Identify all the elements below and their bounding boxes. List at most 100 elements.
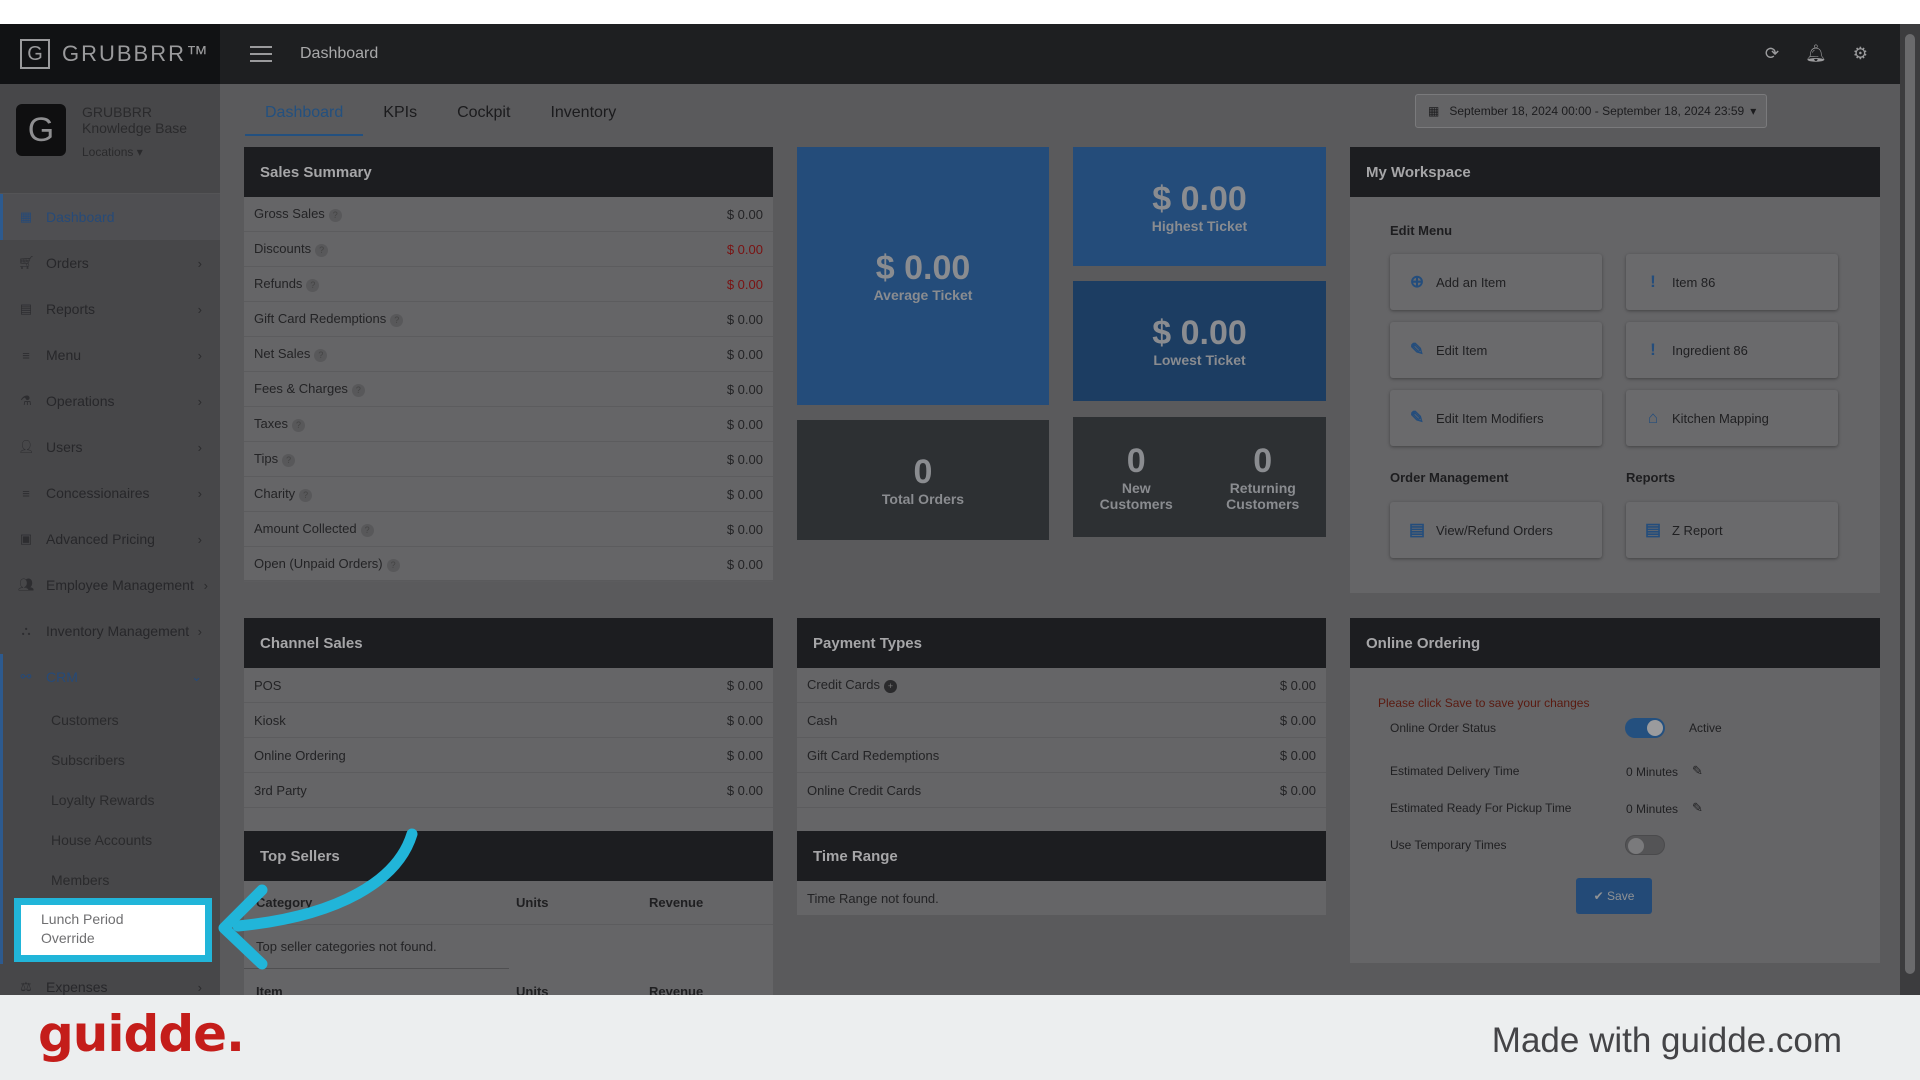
profile-block: G GRUBBRR Knowledge Base Locations ▾ <box>0 84 220 194</box>
scrollbar[interactable] <box>1900 24 1920 995</box>
sidebar-subitem-house-accounts[interactable]: House Accounts <box>0 820 220 860</box>
add-item-button[interactable]: ⊕ Add an Item <box>1390 254 1602 310</box>
help-icon[interactable]: ? <box>314 348 328 362</box>
row-label: Discounts <box>254 241 312 257</box>
bell-icon[interactable]: 🔔︎ <box>1805 44 1827 64</box>
item-86-button[interactable]: ! Item 86 <box>1626 254 1838 310</box>
row-value: $ 0.00 <box>726 241 763 257</box>
help-icon[interactable]: ? <box>291 418 305 432</box>
top-sellers-panel: Top Sellers Category Units Revenue Top s… <box>244 831 773 995</box>
online-order-status-label: Online Order Status <box>1390 721 1497 735</box>
date-range-text: September 18, 2024 00:00 - September 18,… <box>1449 104 1745 118</box>
document-icon: ▤ <box>1408 520 1426 539</box>
help-icon[interactable]: ? <box>299 488 313 502</box>
footer-bar: guidde. Made with guidde.com <box>0 995 1920 1080</box>
locations-dropdown[interactable]: Locations ▾ <box>82 144 187 160</box>
tab-cockpit[interactable]: Cockpit <box>437 100 530 136</box>
summary-row: Tips? $ 0.00 <box>244 442 773 477</box>
sidebar-item-label: Users <box>46 439 83 455</box>
kitchen-mapping-button[interactable]: ⌂ Kitchen Mapping <box>1626 390 1838 446</box>
guidde-logo: guidde. <box>38 1005 245 1063</box>
sidebar-subitem-members[interactable]: Members <box>0 860 220 900</box>
brand-logo[interactable]: G GRUBBRR™ <box>0 24 220 84</box>
sidebar-item-reports[interactable]: ▤ Reports › <box>0 286 220 332</box>
avatar[interactable]: G <box>16 104 66 156</box>
sidebar-item-dashboard[interactable]: ▦ Dashboard <box>0 194 220 240</box>
row-value: $ 0.00 <box>726 712 763 728</box>
help-icon[interactable]: ? <box>306 278 320 292</box>
panel-title: Top Sellers <box>244 831 773 881</box>
sidebar-item-label: Inventory Management <box>46 623 190 639</box>
sidebar-item-orders[interactable]: 🛒︎ Orders › <box>0 240 220 286</box>
gear-icon[interactable]: ⚙ <box>1853 44 1868 64</box>
summary-row: Open (Unpaid Orders)? $ 0.00 <box>244 547 773 582</box>
help-icon[interactable]: ? <box>386 558 400 572</box>
row-label: POS <box>254 677 282 693</box>
refresh-icon[interactable]: ⟳ <box>1765 44 1779 64</box>
use-temporary-times-toggle[interactable] <box>1625 835 1665 855</box>
document-icon: ▤ <box>1644 520 1662 539</box>
tab-kpis[interactable]: KPIs <box>363 100 437 136</box>
lowest-ticket-tile: $ 0.00 Lowest Ticket <box>1073 281 1326 401</box>
panel-title: Time Range <box>797 831 1326 881</box>
highest-ticket-value: $ 0.00 <box>1152 179 1247 218</box>
row-label: Gift Card Redemptions <box>254 311 387 327</box>
sidebar-item-users[interactable]: 👤︎ Users › <box>0 424 220 470</box>
crm-icon: ⚯ <box>20 669 32 684</box>
sidebar-item-inventory-management[interactable]: ⛬ Inventory Management › <box>0 608 220 654</box>
exclamation-icon: ! <box>1650 340 1656 359</box>
average-ticket-tile: $ 0.00 Average Ticket <box>797 147 1049 405</box>
scrollbar-thumb[interactable] <box>1905 34 1915 974</box>
chevron-down-icon: ⌄ <box>191 669 202 684</box>
sidebar-subitem-loyalty-rewards[interactable]: Loyalty Rewards <box>0 780 220 820</box>
help-icon[interactable]: ? <box>328 208 342 222</box>
z-report-button[interactable]: ▤ Z Report <box>1626 502 1838 558</box>
help-icon[interactable]: ? <box>390 313 404 327</box>
button-label: Add an Item <box>1436 274 1507 290</box>
page-title: Dashboard <box>300 45 379 62</box>
sidebar-subitem-subscribers[interactable]: Subscribers <box>0 740 220 780</box>
dashboard-icon: ▦ <box>19 209 33 224</box>
menu-toggle-icon[interactable] <box>250 46 272 62</box>
sidebar-item-advanced-pricing[interactable]: ▣ Advanced Pricing › <box>0 516 220 562</box>
sidebar-item-label: Employee Management <box>46 577 194 593</box>
pencil-icon[interactable]: ✎ <box>1692 800 1703 816</box>
ingredient-86-button[interactable]: ! Ingredient 86 <box>1626 322 1838 378</box>
sidebar-item-concessionaires[interactable]: ≡ Concessionaires › <box>0 470 220 516</box>
returning-customers-stat: 0 Returning Customers <box>1226 442 1299 512</box>
plus-circle-icon[interactable]: + <box>883 679 897 693</box>
help-icon[interactable]: ? <box>282 453 296 467</box>
total-orders-value: 0 <box>913 453 933 491</box>
date-range-picker[interactable]: ▦ September 18, 2024 00:00 - September 1… <box>1415 94 1767 128</box>
sidebar-subitem-customers[interactable]: Customers <box>0 700 220 740</box>
tab-inventory[interactable]: Inventory <box>530 100 636 136</box>
chevron-right-icon: › <box>197 439 202 455</box>
row-value: $ 0.00 <box>726 381 763 397</box>
sidebar-subitem-lunch-period-override[interactable]: Lunch Period Override <box>14 898 212 962</box>
save-button[interactable]: ✔ Save <box>1576 878 1652 914</box>
help-icon[interactable]: ? <box>360 523 374 537</box>
sidebar-item-crm[interactable]: ⚯ CRM ⌄ <box>0 654 220 700</box>
online-order-status-toggle[interactable] <box>1625 718 1665 738</box>
help-icon[interactable]: ? <box>315 243 329 257</box>
edit-item-button[interactable]: ✎ Edit Item <box>1390 322 1602 378</box>
sidebar-item-menu[interactable]: ≡ Menu › <box>0 332 220 378</box>
help-icon[interactable]: ? <box>351 383 365 397</box>
tab-dashboard[interactable]: Dashboard <box>245 100 364 136</box>
col-units: Units <box>516 983 549 996</box>
sidebar-item-operations[interactable]: ⚗ Operations › <box>0 378 220 424</box>
row-label: Tips <box>254 451 279 467</box>
highlight-label: Lunch Period Override <box>41 911 124 946</box>
sidebar-item-employee-management[interactable]: 👥︎ Employee Management › <box>0 562 220 608</box>
panel-title: Channel Sales <box>244 618 773 668</box>
chevron-right-icon: › <box>197 301 202 317</box>
sidebar-item-expenses[interactable]: ⚖ Expenses › <box>0 964 220 995</box>
edit-item-modifiers-button[interactable]: ✎ Edit Item Modifiers <box>1390 390 1602 446</box>
cart-icon: 🛒︎ <box>18 255 35 270</box>
view-refund-orders-button[interactable]: ▤ View/Refund Orders <box>1390 502 1602 558</box>
row-value: $ 0.00 <box>1279 712 1316 728</box>
average-ticket-label: Average Ticket <box>873 287 973 303</box>
sidebar: G GRUBBRR Knowledge Base Locations ▾ ▦ D… <box>0 84 220 995</box>
pencil-icon[interactable]: ✎ <box>1692 763 1703 779</box>
row-label: 3rd Party <box>254 782 307 798</box>
